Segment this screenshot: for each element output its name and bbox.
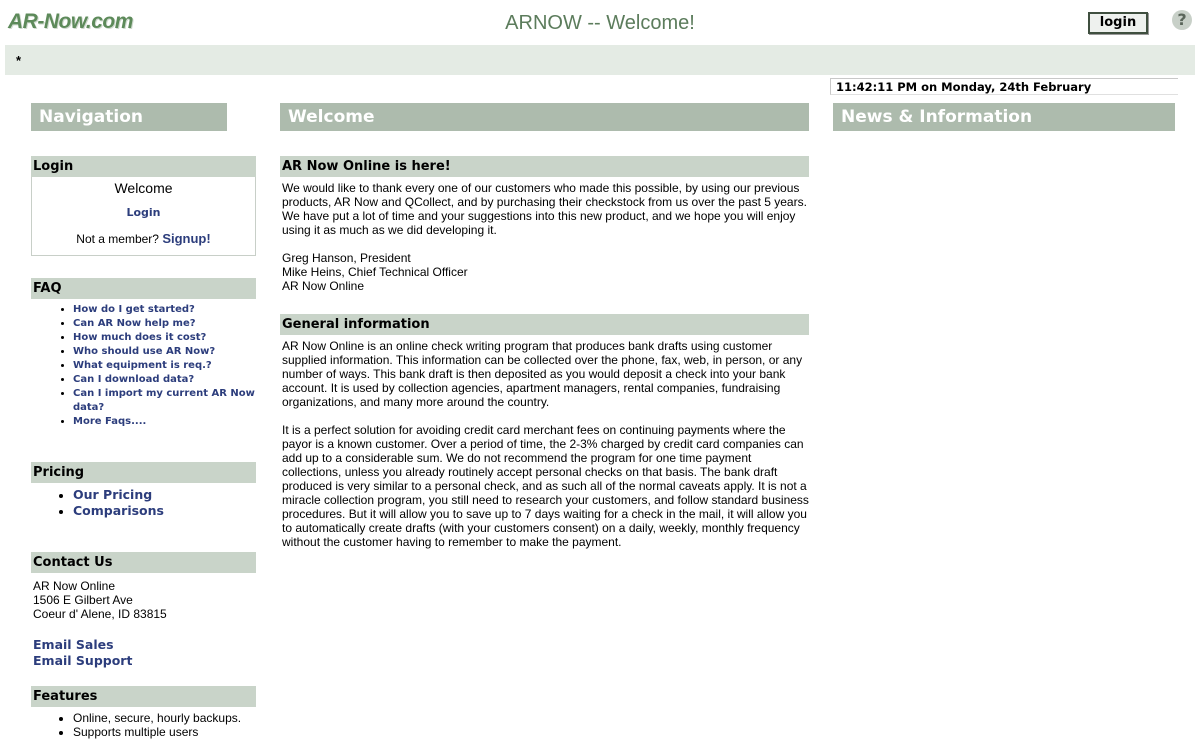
login-panel: Login Welcome Login Not a member? Signup… bbox=[31, 156, 256, 256]
list-item: Comparisons bbox=[73, 503, 256, 519]
list-item: More Faqs.... bbox=[73, 415, 256, 429]
general-info-header: General information bbox=[280, 314, 809, 335]
list-item: Our Pricing bbox=[73, 487, 256, 503]
email-sales-link[interactable]: Email Sales bbox=[33, 637, 256, 653]
announcement-header: AR Now Online is here! bbox=[280, 156, 809, 177]
login-button[interactable]: login bbox=[1088, 12, 1148, 34]
faq-link[interactable]: What equipment is req.? bbox=[73, 360, 212, 371]
help-icon[interactable]: ? bbox=[1172, 10, 1192, 30]
announcement-paragraph: We would like to thank every one of our … bbox=[282, 181, 807, 237]
welcome-header: Welcome bbox=[280, 103, 809, 131]
contact-line: 1506 E Gilbert Ave bbox=[33, 593, 133, 607]
pricing-list: Our Pricing Comparisons bbox=[31, 487, 256, 519]
signature-line: Mike Heins, Chief Technical Officer bbox=[282, 265, 468, 279]
faq-link[interactable]: Who should use AR Now? bbox=[73, 346, 215, 357]
signature-block: Greg Hanson, President Mike Heins, Chief … bbox=[282, 251, 809, 293]
faq-section-header: FAQ bbox=[31, 278, 256, 299]
contact-section-header: Contact Us bbox=[31, 552, 256, 573]
faq-link[interactable]: How much does it cost? bbox=[73, 332, 206, 343]
contact-line: AR Now Online bbox=[33, 579, 116, 593]
signature-line: AR Now Online bbox=[282, 279, 365, 293]
contact-address: AR Now Online 1506 E Gilbert Ave Coeur d… bbox=[31, 579, 256, 621]
features-list: Online, secure, hourly backups. Supports… bbox=[31, 711, 256, 739]
clock-readout: 11:42:11 PM on Monday, 24th February bbox=[830, 78, 1178, 95]
pricing-panel: Pricing Our Pricing Comparisons bbox=[31, 462, 256, 519]
menu-bar: * bbox=[5, 45, 1195, 75]
faq-panel: FAQ How do I get started? Can AR Now hel… bbox=[31, 278, 256, 429]
faq-link[interactable]: Can AR Now help me? bbox=[73, 318, 196, 329]
login-box: Welcome Login Not a member? Signup! bbox=[31, 177, 256, 256]
list-item: Can I download data? bbox=[73, 373, 256, 387]
signup-link[interactable]: Signup! bbox=[162, 231, 210, 246]
faq-list: How do I get started? Can AR Now help me… bbox=[31, 303, 256, 429]
general-info-paragraph: It is a perfect solution for avoiding cr… bbox=[282, 423, 809, 549]
list-item: Online, secure, hourly backups. bbox=[73, 711, 256, 725]
list-item: Who should use AR Now? bbox=[73, 345, 256, 359]
faq-link[interactable]: More Faqs.... bbox=[73, 416, 146, 427]
login-welcome: Welcome bbox=[114, 180, 173, 196]
list-item: How much does it cost? bbox=[73, 331, 256, 345]
faq-link[interactable]: How do I get started? bbox=[73, 304, 195, 315]
pricing-link[interactable]: Comparisons bbox=[73, 503, 164, 518]
faq-link[interactable]: Can I download data? bbox=[73, 374, 194, 385]
login-section-header: Login bbox=[31, 156, 256, 177]
contact-panel: Contact Us AR Now Online 1506 E Gilbert … bbox=[31, 552, 256, 669]
general-info-paragraph: AR Now Online is an online check writing… bbox=[282, 339, 803, 409]
announcement-section: AR Now Online is here! We would like to … bbox=[280, 156, 809, 293]
list-item: Supports multiple users bbox=[73, 725, 256, 739]
pricing-section-header: Pricing bbox=[31, 462, 256, 483]
signature-line: Greg Hanson, President bbox=[282, 251, 411, 265]
pricing-link[interactable]: Our Pricing bbox=[73, 487, 152, 502]
news-header: News & Information bbox=[833, 103, 1175, 131]
faq-link[interactable]: Can I import my current AR Now data? bbox=[73, 388, 255, 413]
contact-links: Email Sales Email Support bbox=[31, 637, 256, 669]
list-item: Can AR Now help me? bbox=[73, 317, 256, 331]
features-section-header: Features bbox=[31, 686, 256, 707]
navigation-header: Navigation bbox=[31, 103, 227, 131]
contact-line: Coeur d' Alene, ID 83815 bbox=[33, 607, 167, 621]
login-link[interactable]: Login bbox=[32, 206, 255, 219]
list-item: Can I import my current AR Now data? bbox=[73, 387, 256, 415]
general-info-section: General information AR Now Online is an … bbox=[280, 314, 809, 549]
menu-marker[interactable]: * bbox=[16, 53, 21, 68]
member-prompt: Not a member? Signup! bbox=[32, 231, 255, 246]
page-title: ARNOW -- Welcome! bbox=[505, 12, 695, 34]
features-panel: Features Online, secure, hourly backups.… bbox=[31, 686, 256, 739]
email-support-link[interactable]: Email Support bbox=[33, 653, 256, 669]
member-prompt-text: Not a member? bbox=[76, 232, 163, 246]
list-item: How do I get started? bbox=[73, 303, 256, 317]
list-item: What equipment is req.? bbox=[73, 359, 256, 373]
